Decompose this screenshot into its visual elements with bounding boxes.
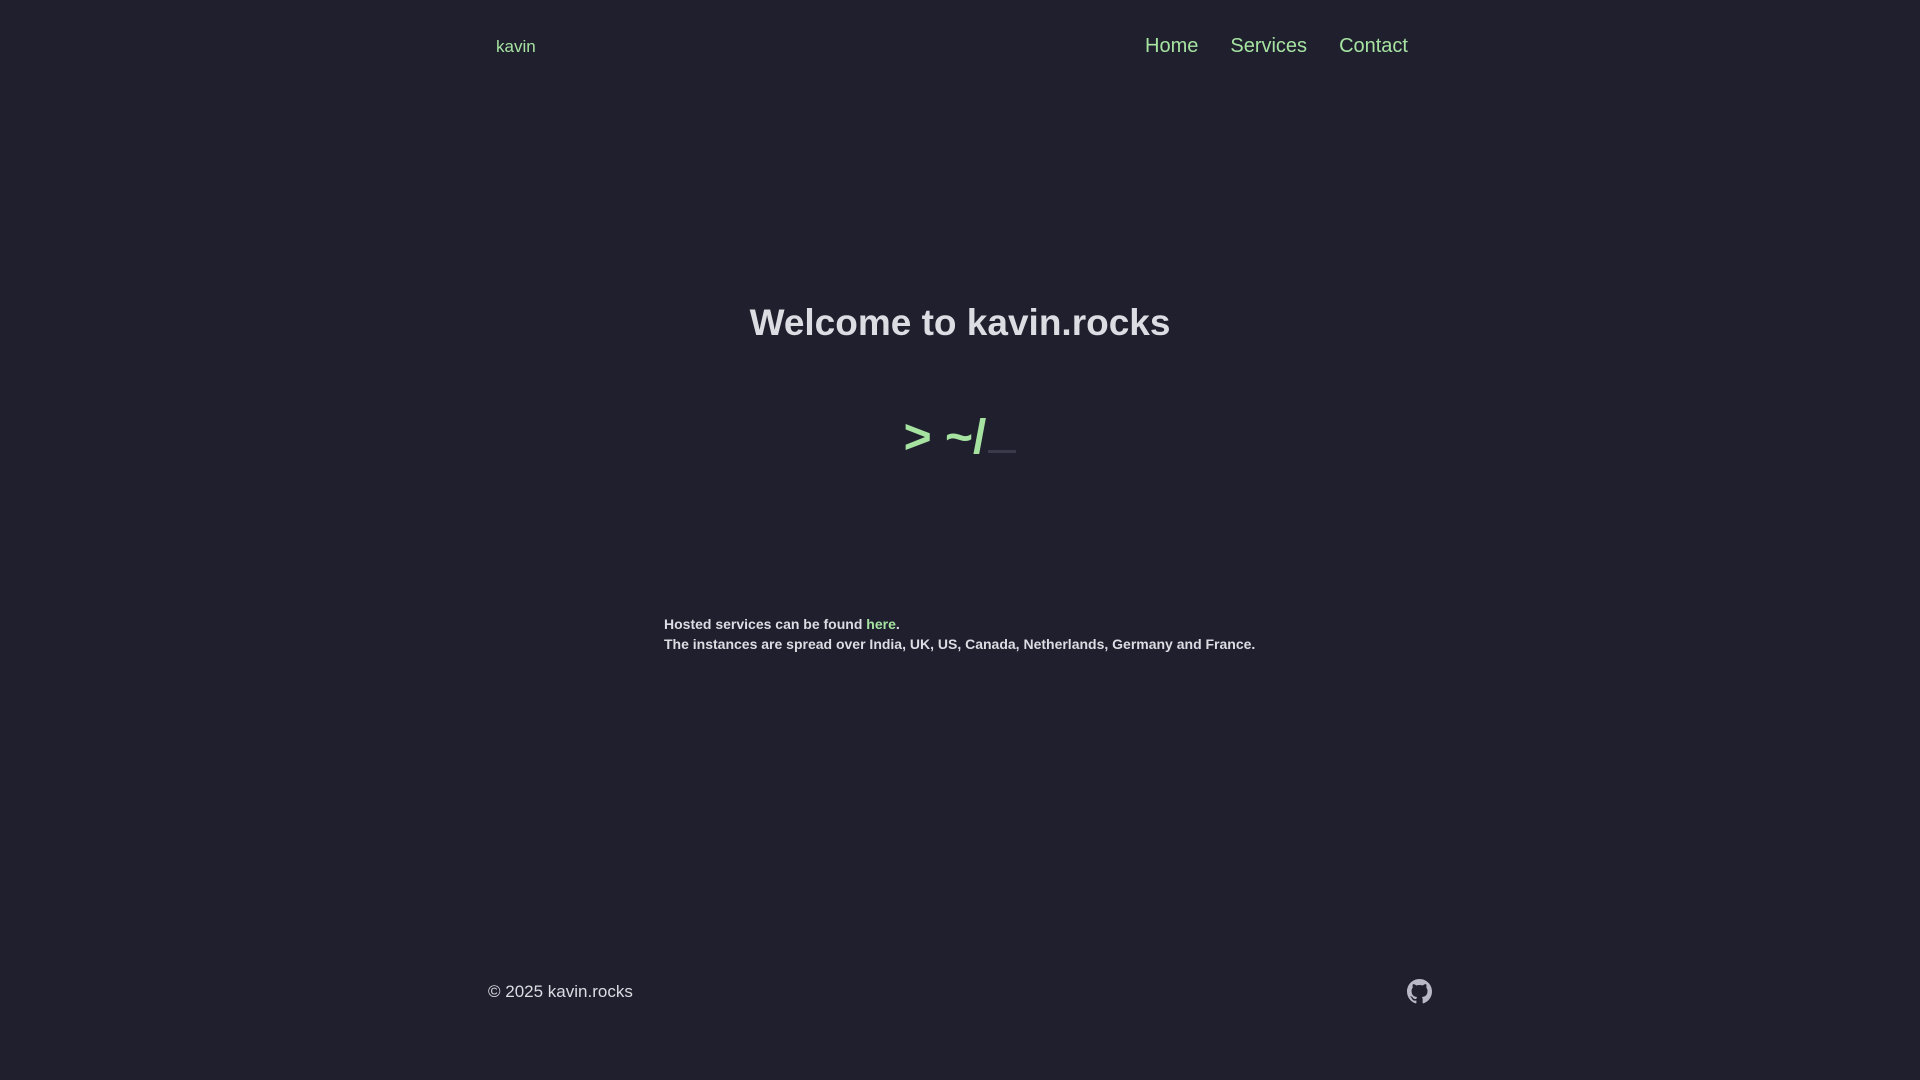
services-info-line-2: The instances are spread over India, UK,… [664, 636, 1256, 652]
nav-link-services[interactable]: Services [1230, 35, 1307, 58]
page: kavin Home Services Contact Welcome to k… [0, 0, 1920, 1080]
terminal-prompt: > ~/ [0, 410, 1920, 465]
nav-link-contact[interactable]: Contact [1339, 35, 1408, 58]
github-icon[interactable] [1407, 979, 1432, 1004]
services-info-line-1: Hosted services can be found here. [664, 614, 1255, 634]
blinking-cursor [988, 450, 1017, 453]
main-nav: Home Services Contact [1145, 35, 1408, 58]
site-logo-link[interactable]: kavin [496, 37, 536, 57]
services-here-link[interactable]: here [866, 616, 896, 632]
services-info: Hosted services can be found here. The i… [664, 614, 1255, 654]
prompt-text: > ~/ [903, 411, 987, 464]
footer-copyright: © 2025 kavin.rocks [488, 982, 633, 1001]
page-title: Welcome to kavin.rocks [749, 302, 1171, 343]
nav-link-home[interactable]: Home [1145, 35, 1198, 58]
services-info-text: Hosted services can be found [664, 616, 867, 632]
services-info-period: . [895, 616, 900, 632]
